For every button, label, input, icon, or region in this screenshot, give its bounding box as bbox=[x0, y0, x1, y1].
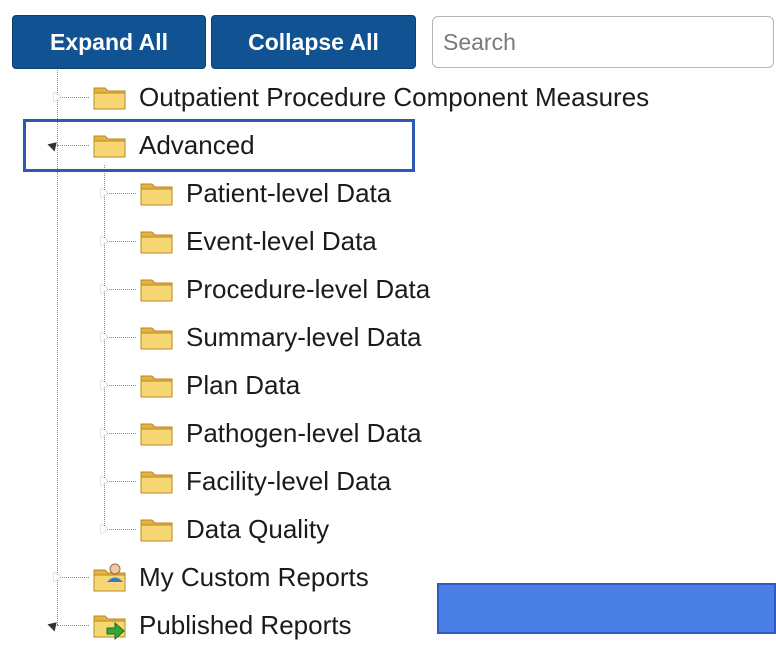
folder-icon bbox=[140, 471, 173, 494]
tree-node-label: My Custom Reports bbox=[139, 562, 369, 592]
tree-node-label: Event-level Data bbox=[186, 226, 377, 256]
tree-connector-line bbox=[104, 337, 136, 338]
folder-icon bbox=[140, 327, 173, 350]
tree-node-data-quality[interactable]: Data Quality bbox=[140, 511, 329, 547]
folder-icon bbox=[140, 183, 173, 206]
folder-icon bbox=[140, 423, 173, 446]
tree-connector-line bbox=[104, 193, 136, 194]
tree-node-outpatient[interactable]: Outpatient Procedure Component Measures bbox=[93, 79, 649, 115]
expand-toggle[interactable] bbox=[54, 572, 61, 582]
folder-icon bbox=[140, 519, 173, 542]
tree-node-summary-level-data[interactable]: Summary-level Data bbox=[140, 319, 422, 355]
tree-node-label: Published Reports bbox=[139, 610, 352, 640]
tree-node-label: Summary-level Data bbox=[186, 322, 422, 352]
tree-connector-line bbox=[57, 625, 89, 626]
redaction-block bbox=[437, 583, 776, 634]
search-input[interactable] bbox=[432, 16, 774, 68]
tree-node-patient-level-data[interactable]: Patient-level Data bbox=[140, 175, 391, 211]
folder-icon bbox=[140, 231, 173, 254]
tree-node-pathogen-level-data[interactable]: Pathogen-level Data bbox=[140, 415, 422, 451]
selection-highlight bbox=[23, 119, 415, 172]
expand-toggle[interactable] bbox=[101, 188, 108, 198]
expand-toggle[interactable] bbox=[101, 380, 108, 390]
tree-node-procedure-level-data[interactable]: Procedure-level Data bbox=[140, 271, 430, 307]
tree-connector-line bbox=[104, 529, 136, 530]
tree-node-label: Data Quality bbox=[186, 514, 330, 544]
expand-toggle[interactable] bbox=[54, 92, 61, 102]
expand-toggle[interactable] bbox=[101, 428, 108, 438]
publish-folder-icon bbox=[93, 615, 126, 640]
tree-node-label: Outpatient Procedure Component Measures bbox=[139, 82, 650, 112]
expand-all-button[interactable]: Expand All bbox=[12, 15, 206, 69]
expand-toggle[interactable] bbox=[101, 284, 108, 294]
user-folder-icon bbox=[93, 563, 126, 592]
collapse-toggle[interactable] bbox=[47, 614, 65, 632]
tree-connector-line bbox=[57, 97, 89, 98]
tree-node-label: Facility-level Data bbox=[186, 466, 392, 496]
folder-icon bbox=[93, 87, 126, 110]
tree-node-label: Procedure-level Data bbox=[186, 274, 431, 304]
tree-connector-line bbox=[104, 433, 136, 434]
tree-node-label: Patient-level Data bbox=[186, 178, 392, 208]
tree-node-label: Pathogen-level Data bbox=[186, 418, 422, 448]
expand-toggle[interactable] bbox=[101, 236, 108, 246]
tree-node-facility-level-data[interactable]: Facility-level Data bbox=[140, 463, 391, 499]
tree-connector-line bbox=[104, 385, 136, 386]
expand-toggle[interactable] bbox=[101, 332, 108, 342]
collapse-all-button[interactable]: Collapse All bbox=[211, 15, 416, 69]
tree-connector-line bbox=[104, 241, 136, 242]
tree-node-plan-data[interactable]: Plan Data bbox=[140, 367, 300, 403]
tree-node-my-custom-reports[interactable]: My Custom Reports bbox=[93, 559, 369, 595]
folder-icon bbox=[140, 375, 173, 398]
expand-toggle[interactable] bbox=[101, 476, 108, 486]
folder-icon bbox=[140, 279, 173, 302]
tree-connector-line bbox=[104, 289, 136, 290]
tree-connector-line bbox=[104, 481, 136, 482]
tree-node-published-reports[interactable]: Published Reports bbox=[93, 607, 351, 643]
expand-toggle[interactable] bbox=[101, 524, 108, 534]
tree-node-label: Plan Data bbox=[186, 370, 301, 400]
tree-node-event-level-data[interactable]: Event-level Data bbox=[140, 223, 377, 259]
tree-connector-line bbox=[57, 577, 89, 578]
